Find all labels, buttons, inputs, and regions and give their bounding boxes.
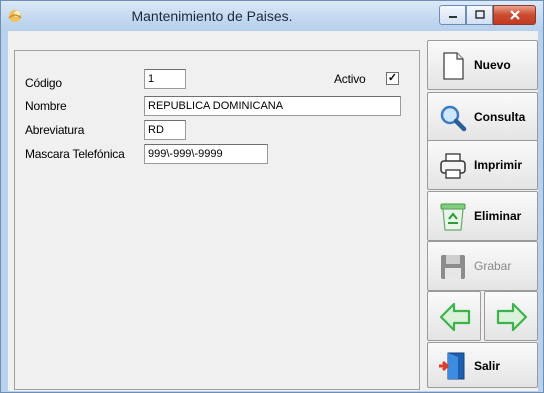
grabar-button[interactable]: Grabar xyxy=(427,241,538,291)
consulta-label: Consulta xyxy=(474,110,526,124)
codigo-field[interactable]: 1 xyxy=(144,69,186,89)
printer-icon xyxy=(440,153,466,179)
title-bar[interactable]: Mantenimiento de Paises. xyxy=(1,1,543,31)
nombre-field[interactable]: REPUBLICA DOMINICANA xyxy=(144,96,401,116)
window-title: Mantenimiento de Paises. xyxy=(131,8,293,24)
activo-checkbox[interactable]: ✓ xyxy=(386,72,399,85)
maximize-button[interactable] xyxy=(466,5,493,25)
codigo-label: Código xyxy=(25,76,62,90)
nuevo-button[interactable]: Nuevo xyxy=(427,40,538,90)
abreviatura-field[interactable]: RD xyxy=(144,120,186,140)
exit-door-icon xyxy=(439,352,465,380)
mascara-label: Mascara Telefónica xyxy=(25,147,125,161)
previous-record-button[interactable] xyxy=(427,291,481,341)
form-panel: Código 1 Activo ✓ Nombre REPUBLICA DOMIN… xyxy=(14,50,420,390)
next-record-button[interactable] xyxy=(484,291,538,341)
close-button[interactable] xyxy=(493,5,536,25)
grabar-label: Grabar xyxy=(474,259,512,273)
eliminar-label: Eliminar xyxy=(474,209,522,223)
salir-button[interactable]: Salir xyxy=(427,342,538,388)
imprimir-label: Imprimir xyxy=(474,158,523,172)
mascara-field[interactable]: 999\-999\-9999 xyxy=(144,144,268,164)
search-icon xyxy=(440,105,467,132)
client-area: Código 1 Activo ✓ Nombre REPUBLICA DOMIN… xyxy=(8,31,538,391)
maximize-icon xyxy=(474,10,485,19)
new-document-icon xyxy=(443,52,464,80)
imprimir-button[interactable]: Imprimir xyxy=(427,140,538,190)
eliminar-button[interactable]: Eliminar xyxy=(427,191,538,241)
window-controls xyxy=(439,5,536,25)
minimize-button[interactable] xyxy=(439,5,466,25)
arrow-right-icon xyxy=(496,302,528,332)
close-icon xyxy=(509,10,520,20)
salir-label: Salir xyxy=(474,359,501,373)
app-window: Mantenimiento de Paises. Código 1 Activo… xyxy=(0,0,544,393)
abreviatura-label: Abreviatura xyxy=(25,123,85,137)
save-disk-icon xyxy=(441,255,465,279)
nombre-label: Nombre xyxy=(25,99,67,113)
nuevo-label: Nuevo xyxy=(474,58,511,72)
consulta-button[interactable]: Consulta xyxy=(427,92,538,142)
activo-label: Activo xyxy=(334,72,366,86)
minimize-icon xyxy=(448,16,457,18)
arrow-left-icon xyxy=(439,302,471,332)
recycle-bin-icon xyxy=(440,203,466,231)
